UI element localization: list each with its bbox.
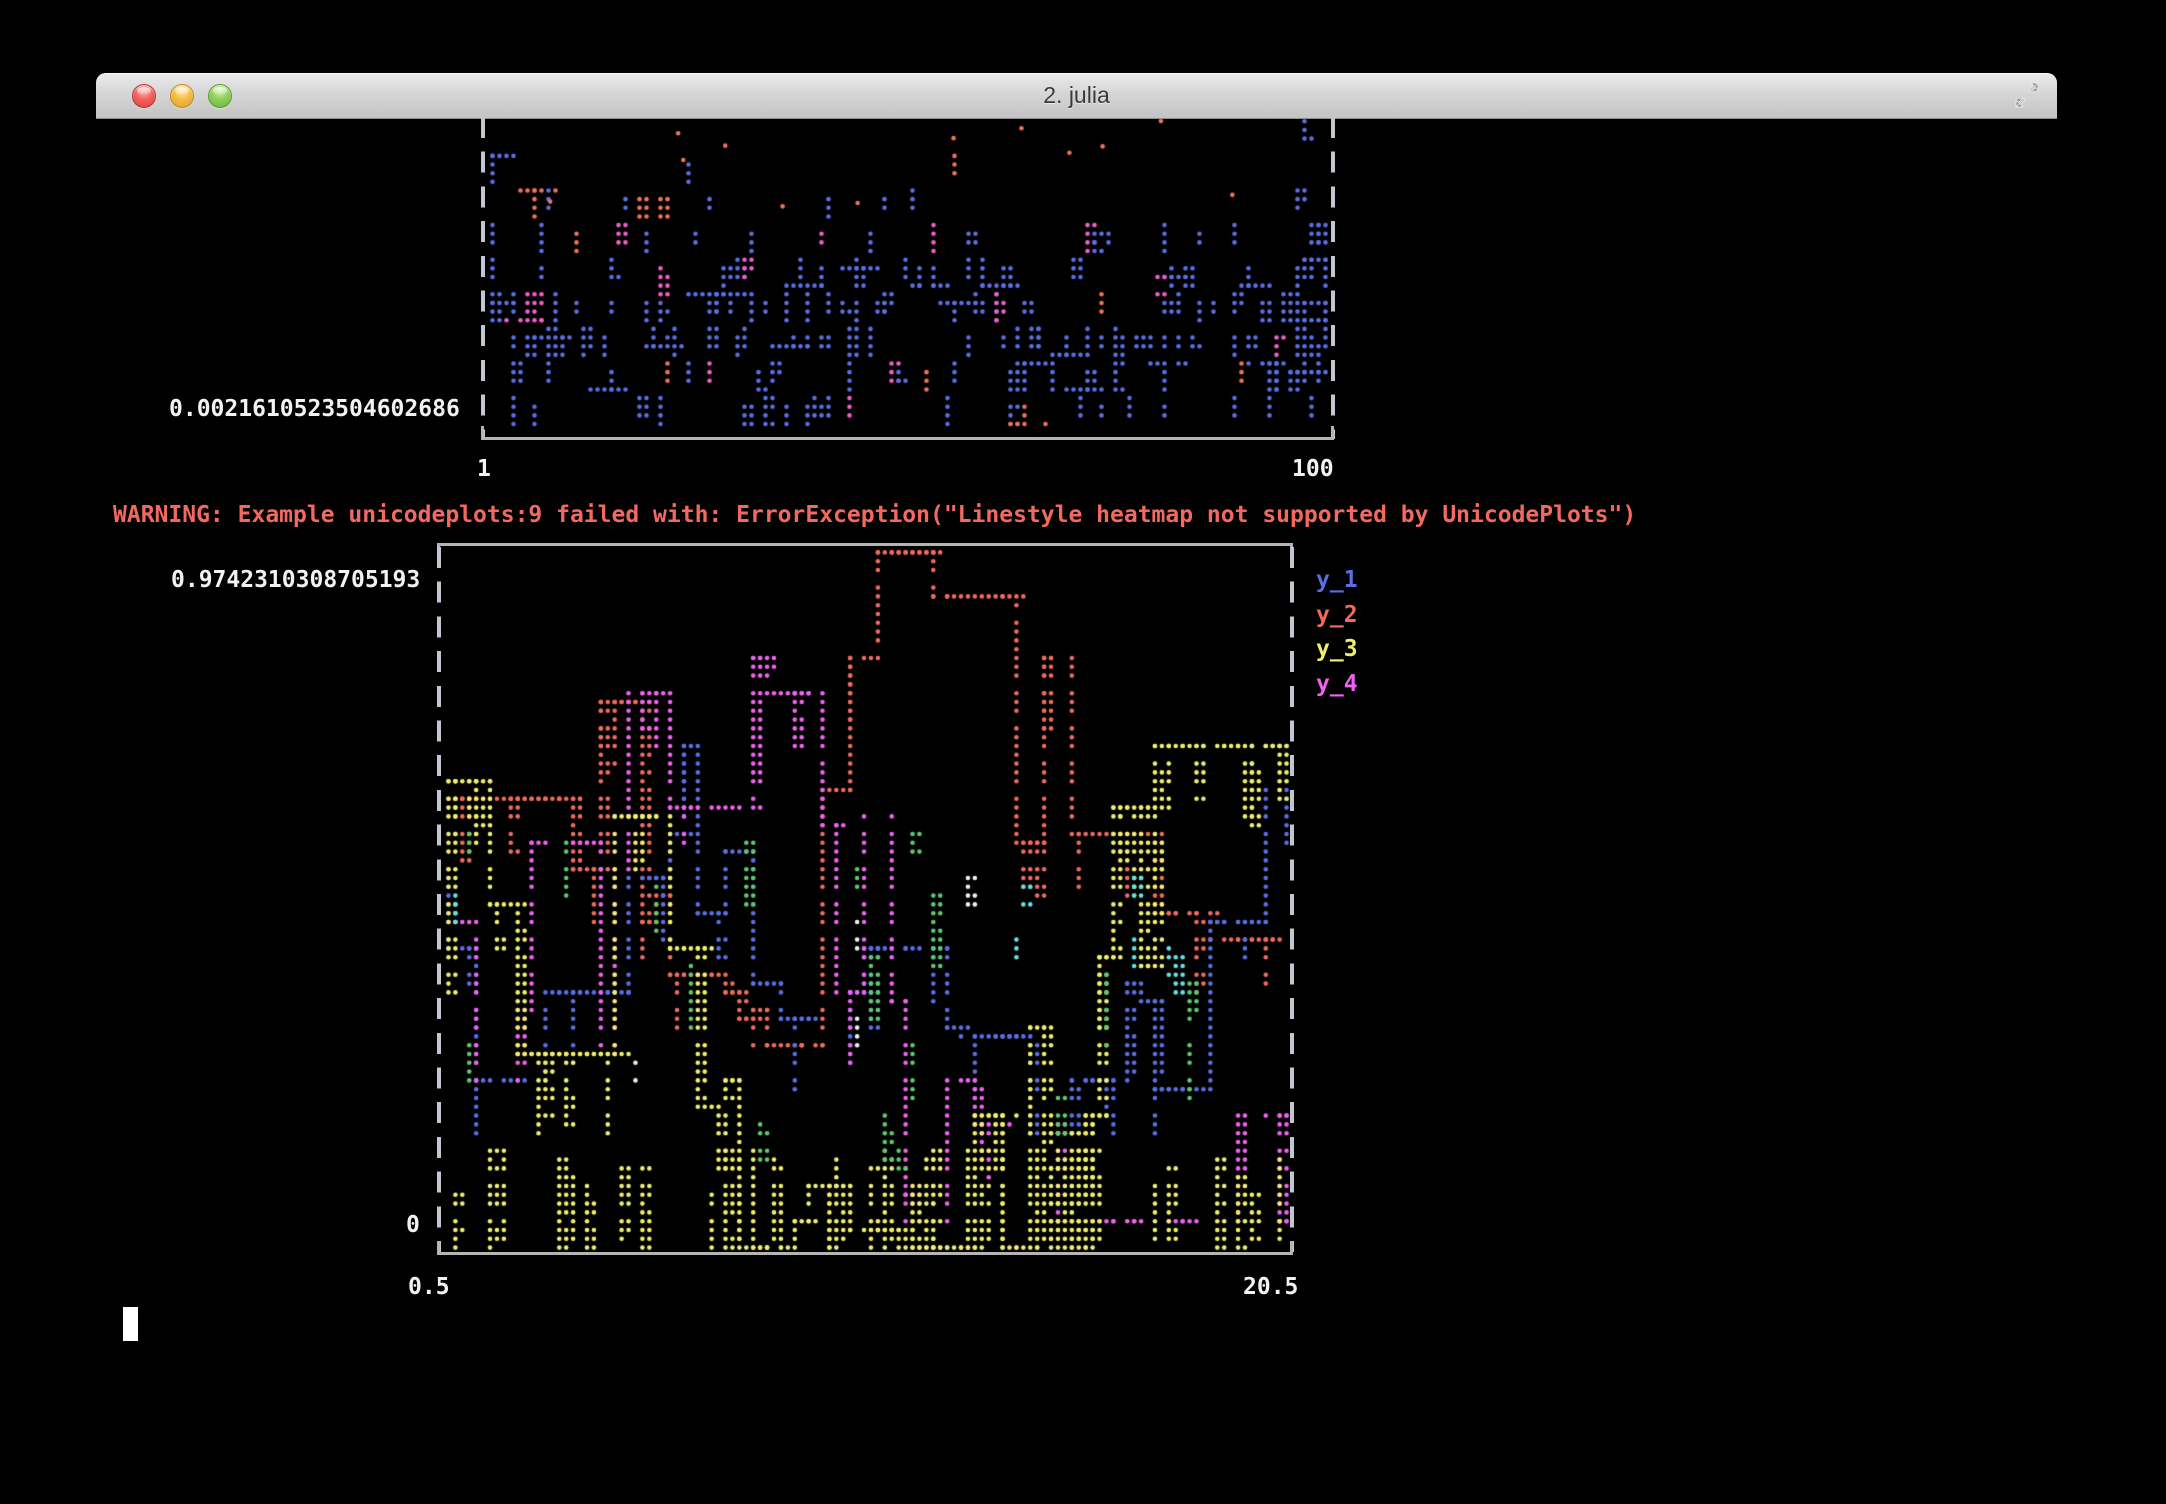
- plot2-corner-bottomright: [1290, 1241, 1293, 1252]
- plot1-right-border: [1331, 117, 1335, 439]
- plot1-left-border: [481, 117, 485, 439]
- terminal-cursor[interactable]: [123, 1307, 138, 1341]
- plot1-bottom-border: [481, 437, 1334, 440]
- plot2-xtick-max: 20.5: [1243, 1270, 1298, 1304]
- plot2-right-border: [1290, 547, 1294, 1252]
- legend-item-y3: y_3: [1316, 632, 1358, 666]
- screen: 2. julia 0.0021610523504602686 1 100 WAR…: [0, 0, 2166, 1504]
- window-title: 2. julia: [96, 73, 2057, 118]
- plot2-top-border: [437, 543, 1293, 546]
- plot2-left-border: [437, 547, 441, 1252]
- plot1-xtick-max: 100: [1292, 452, 1334, 486]
- legend-item-y4: y_4: [1316, 667, 1358, 701]
- plot2-ylabel-max: 0.9742310308705193: [171, 563, 420, 597]
- legend-item-y1: y_1: [1316, 563, 1358, 597]
- fullscreen-icon[interactable]: [2009, 78, 2045, 112]
- plot2-xtick-min: 0.5: [408, 1270, 450, 1304]
- plot1-ylabel: 0.0021610523504602686: [169, 392, 460, 426]
- plot2-canvas: [445, 548, 1290, 1252]
- plot1-corner-right: [1331, 426, 1334, 437]
- plot1-canvas: [489, 117, 1329, 437]
- plot1-corner-left: [481, 426, 484, 437]
- legend-item-y2: y_2: [1316, 598, 1358, 632]
- warning-message: WARNING: Example unicodeplots:9 failed w…: [113, 498, 1636, 532]
- plot2-ylabel-min: 0: [406, 1208, 420, 1242]
- plot1-xtick-min: 1: [477, 452, 491, 486]
- plot2-corner-bottomleft: [437, 1241, 440, 1252]
- title-bar[interactable]: 2. julia: [96, 73, 2057, 119]
- plot2-bottom-border: [437, 1252, 1293, 1255]
